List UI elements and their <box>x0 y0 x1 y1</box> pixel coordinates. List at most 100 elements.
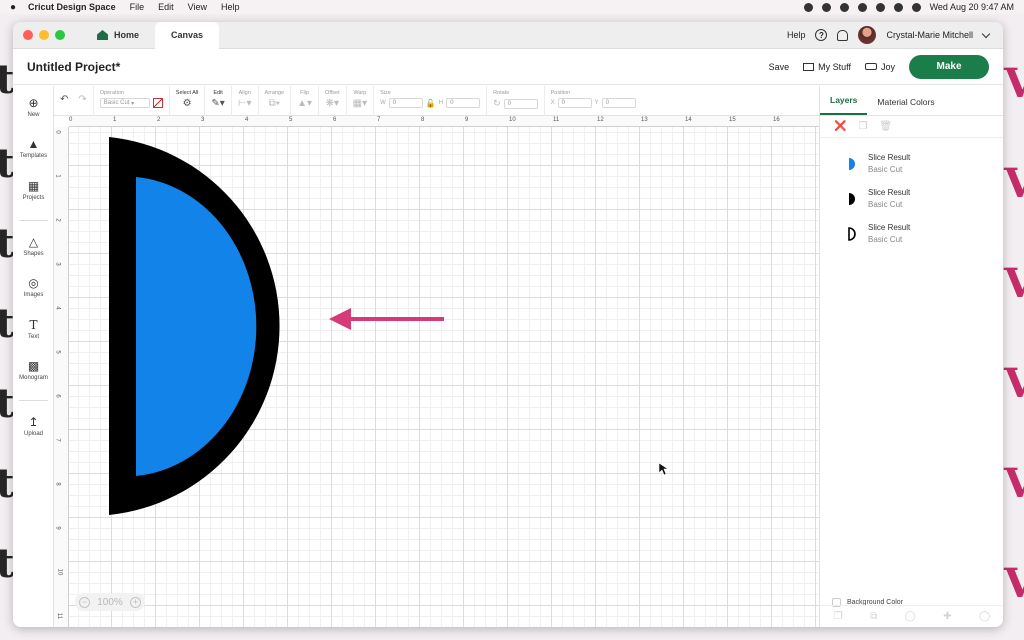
tab-layers[interactable]: Layers <box>820 95 868 115</box>
menu-view[interactable]: View <box>188 2 207 12</box>
bell-icon[interactable] <box>837 29 849 41</box>
project-title[interactable]: Untitled Project* <box>27 60 120 74</box>
my-stuff-button[interactable]: My Stuff <box>803 62 851 72</box>
desktop-wallpaper-letter: V <box>1004 60 1024 107</box>
offset-icon[interactable]: ❋▾ <box>326 98 339 109</box>
design-canvas[interactable] <box>69 127 819 627</box>
black-half-thumb-icon <box>849 192 855 205</box>
select-all-icon[interactable]: ⚙ <box>183 98 192 109</box>
ruler-tick-label: 9 <box>54 526 61 530</box>
help-link[interactable]: Help <box>787 30 806 40</box>
warp-group: Warp ▦▾ <box>347 86 375 116</box>
tray-record-icon[interactable] <box>803 2 813 12</box>
tab-material-colors[interactable]: Material Colors <box>867 97 944 115</box>
tray-app-icon[interactable] <box>857 2 867 12</box>
menubar-clock[interactable]: Wed Aug 20 9:47 AM <box>930 2 1014 12</box>
tray-wifi-icon[interactable] <box>875 2 885 12</box>
panel-footer-actions: ❐ ⧉ ◯ ✚ ◯ <box>820 605 1003 627</box>
ruler-tick-label: 8 <box>421 117 425 123</box>
menubar-app-name[interactable]: Cricut Design Space <box>28 2 116 12</box>
mystuff-icon <box>803 62 815 71</box>
contour-icon[interactable]: ◯ <box>979 611 990 622</box>
zoom-window-button[interactable] <box>55 30 65 40</box>
width-label: W <box>380 100 386 106</box>
sidebar-item-templates[interactable]: ▲ Templates <box>13 137 54 159</box>
flip-icon[interactable]: ▲▾ <box>297 98 312 109</box>
warp-icon[interactable]: ▦▾ <box>353 98 367 109</box>
tray-app-icon[interactable] <box>821 2 831 12</box>
duplicate-icon[interactable]: ❐ <box>858 121 867 132</box>
offset-label: Offset <box>325 90 340 96</box>
menu-edit[interactable]: Edit <box>158 2 174 12</box>
ruler-tick-label: 6 <box>333 117 337 123</box>
save-button[interactable]: Save <box>769 62 790 72</box>
sidebar-item-images[interactable]: ◎ Images <box>13 276 54 298</box>
ruler-tick-label: 9 <box>465 117 469 123</box>
window-titlebar: Home Canvas Help ? Crystal-Marie Mitchel… <box>13 22 1003 49</box>
tab-home[interactable]: Home <box>81 22 155 49</box>
upload-icon: ↥ <box>28 415 39 429</box>
make-button[interactable]: Make <box>909 54 989 79</box>
user-name[interactable]: Crystal-Marie Mitchell <box>886 30 973 40</box>
sidebar-item-monogram[interactable]: ▩ Monogram <box>13 359 54 381</box>
width-input[interactable]: 0 <box>388 98 423 108</box>
close-window-button[interactable] <box>23 30 33 40</box>
zoom-in-button[interactable]: + <box>129 596 141 608</box>
monogram-icon: ▩ <box>27 359 40 373</box>
trash-icon[interactable]: 🗑 <box>879 121 892 132</box>
ruler-tick-label: 4 <box>245 117 249 123</box>
sidebar-item-label: Monogram <box>19 375 48 381</box>
sidebar-item-text[interactable]: T Text <box>13 318 54 340</box>
arrange-icon[interactable]: ⧉▾ <box>269 98 280 109</box>
combine-icon[interactable]: ⧉ <box>870 611 877 622</box>
sidebar-item-projects[interactable]: ▦ Projects <box>13 179 54 201</box>
zoom-level: 100% <box>97 596 123 608</box>
bulb-icon: ◎ <box>28 276 39 290</box>
attach-icon[interactable]: ◯ <box>905 611 916 622</box>
tray-control-center-icon[interactable] <box>911 2 921 12</box>
canvas-artwork <box>109 137 669 515</box>
panel-tabs: Layers Material Colors <box>820 86 1003 116</box>
redo-icon[interactable]: ↷ <box>78 94 86 116</box>
size-group: Size W 0 🔓 H 0 <box>374 86 488 116</box>
undo-icon[interactable]: ↶ <box>60 94 68 116</box>
sidebar-item-new[interactable]: ⊕ New <box>13 96 54 118</box>
lock-icon[interactable]: 🔓 <box>426 99 436 108</box>
sidebar-item-shapes[interactable]: △ Shapes <box>13 235 54 257</box>
joy-button[interactable]: Joy <box>864 61 895 72</box>
ungroup-icon[interactable]: ❌ <box>834 121 846 132</box>
apple-icon[interactable]: ● <box>10 2 16 13</box>
sidebar-item-upload[interactable]: ↥ Upload <box>13 415 54 437</box>
slice-icon[interactable]: ❐ <box>834 611 843 622</box>
flatten-icon[interactable]: ✚ <box>943 611 951 622</box>
menu-help[interactable]: Help <box>221 2 240 12</box>
avatar[interactable] <box>858 26 877 44</box>
tray-app-icon[interactable] <box>839 2 849 12</box>
help-icon[interactable]: ? <box>815 29 828 41</box>
layer-item[interactable]: Slice Result Basic Cut <box>820 216 1003 251</box>
width-value: 0 <box>392 100 397 106</box>
layer-item[interactable]: Slice Result Basic Cut <box>820 146 1003 181</box>
y-input[interactable]: 0 <box>601 98 636 108</box>
zoom-out-button[interactable]: − <box>79 596 90 608</box>
minimize-window-button[interactable] <box>39 30 49 40</box>
rotate-input[interactable]: 0 <box>503 98 538 109</box>
color-swatch-icon[interactable] <box>152 98 163 108</box>
ruler-tick-label: 11 <box>56 612 63 620</box>
height-input[interactable]: 0 <box>446 98 481 108</box>
layer-item[interactable]: Slice Result Basic Cut <box>820 181 1003 216</box>
menu-file[interactable]: File <box>130 2 145 12</box>
x-input[interactable]: 0 <box>557 98 592 108</box>
chevron-down-icon[interactable] <box>981 29 991 38</box>
tray-search-icon[interactable] <box>893 2 903 12</box>
desktop-wallpaper-letter: V <box>1004 560 1024 607</box>
tab-canvas[interactable]: Canvas <box>155 22 220 49</box>
pen-icon[interactable]: ✎▾ <box>211 98 224 109</box>
joy-label: Joy <box>880 61 895 72</box>
sidebar-item-label: Images <box>23 292 44 298</box>
operation-select[interactable]: Basic Cut ▾ <box>99 98 150 108</box>
ruler-tick-label: 14 <box>685 117 692 123</box>
align-icon[interactable]: ⊢▾ <box>238 98 252 109</box>
flip-group: Flip ▲▾ <box>291 86 320 116</box>
sidebar-item-label: New <box>27 112 40 118</box>
